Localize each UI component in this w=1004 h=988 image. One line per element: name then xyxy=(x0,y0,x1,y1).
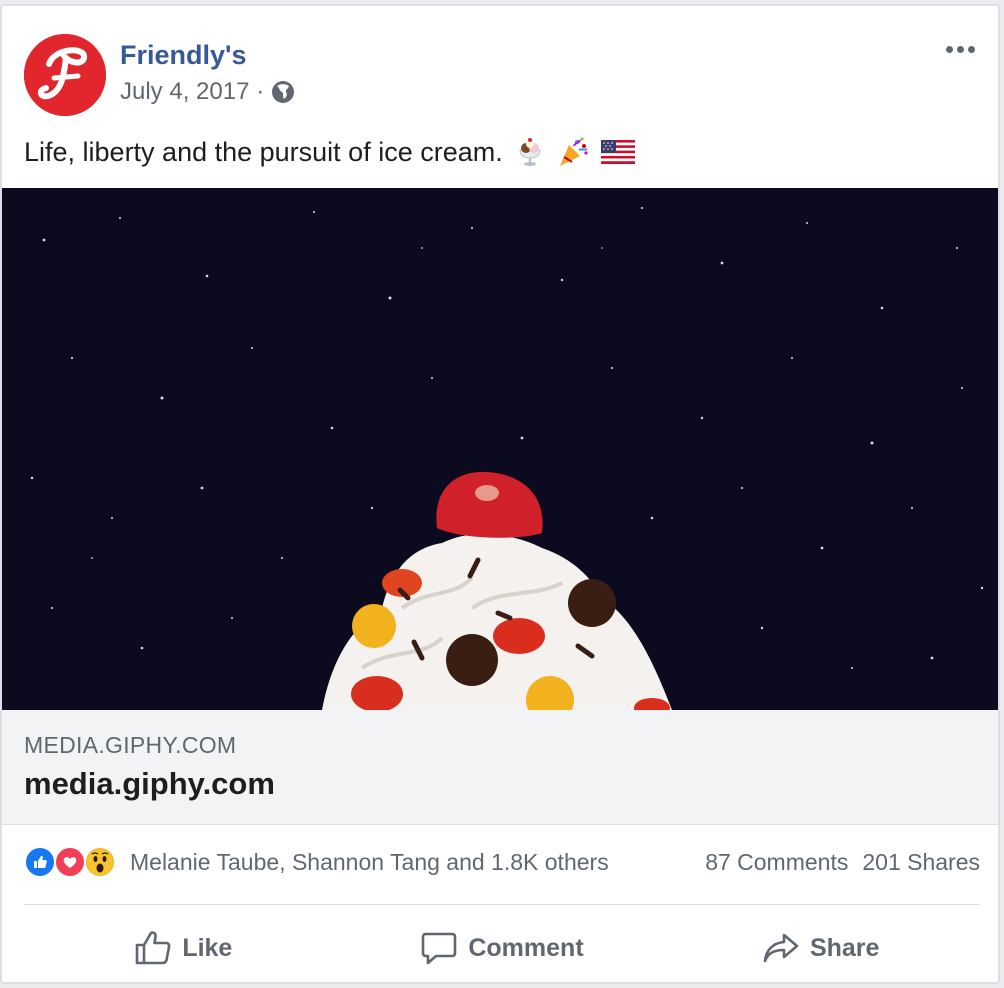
shares-count[interactable]: 201 Shares xyxy=(862,849,980,875)
post-message: Life, liberty and the pursuit of ice cre… xyxy=(24,136,635,168)
actions-divider xyxy=(24,904,980,905)
comment-label: Comment xyxy=(468,933,584,962)
post-gif-media[interactable] xyxy=(2,188,998,710)
comments-count[interactable]: 87 Comments xyxy=(705,849,848,875)
share-label: Share xyxy=(809,933,880,962)
thumbs-up-icon xyxy=(136,931,171,965)
page-avatar[interactable] xyxy=(24,34,106,116)
link-preview[interactable]: MEDIA.GIPHY.COM media.giphy.com xyxy=(2,710,998,825)
share-button[interactable]: Share xyxy=(661,916,980,980)
comment-button[interactable]: Comment xyxy=(343,916,662,980)
friendlys-logo-icon xyxy=(24,34,106,116)
more-dot xyxy=(956,45,964,53)
comment-bubble-icon xyxy=(422,932,457,965)
post-date[interactable]: July 4, 2017 xyxy=(120,78,249,106)
link-domain: MEDIA.GIPHY.COM xyxy=(24,732,237,758)
more-options-button[interactable] xyxy=(940,34,980,64)
post-message-text: Life, liberty and the pursuit of ice cre… xyxy=(24,136,503,167)
reaction-icons[interactable] xyxy=(24,844,124,880)
facebook-post-card: Friendly's July 4, 2017 · Life, liberty … xyxy=(0,4,1000,984)
reactions-summary: Melanie Taube, Shannon Tang and 1.8K oth… xyxy=(24,844,980,880)
like-reaction-icon xyxy=(24,846,56,878)
like-label: Like xyxy=(182,933,233,962)
more-horizontal-icon xyxy=(945,45,953,53)
post-meta: July 4, 2017 · xyxy=(120,78,295,106)
ice-cream-sundae-icon xyxy=(515,137,545,167)
page-name-link[interactable]: Friendly's xyxy=(120,40,246,71)
party-popper-icon xyxy=(557,136,589,168)
like-button[interactable]: Like xyxy=(24,916,343,980)
giphy-gif-icon xyxy=(2,188,998,710)
love-reaction-icon xyxy=(54,846,86,878)
wow-reaction-icon xyxy=(84,846,116,878)
reaction-names[interactable]: Melanie Taube, Shannon Tang and 1.8K oth… xyxy=(130,849,609,876)
more-dot xyxy=(967,45,975,53)
share-arrow-icon xyxy=(763,933,799,963)
link-title: media.giphy.com xyxy=(24,766,275,801)
post-counts: 87 Comments 201 Shares xyxy=(705,849,980,876)
post-actions: Like Comment Share xyxy=(24,916,980,980)
globe-icon[interactable] xyxy=(271,80,295,104)
us-flag-icon xyxy=(600,140,635,164)
meta-separator: · xyxy=(256,78,265,105)
